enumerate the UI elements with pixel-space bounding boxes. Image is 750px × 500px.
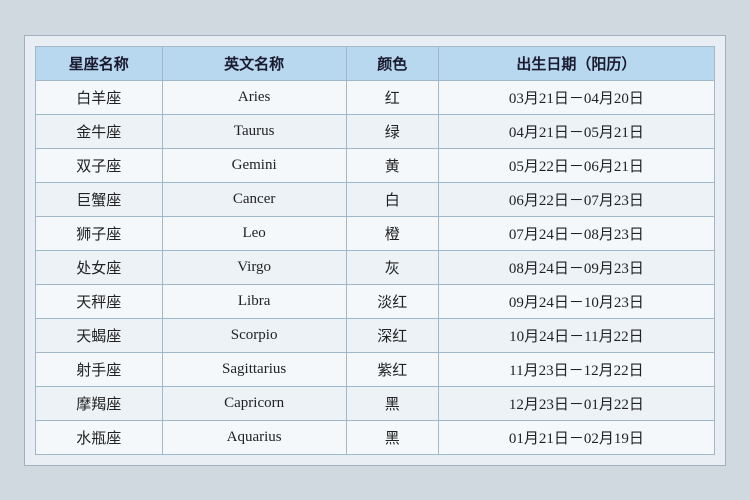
cell-zh: 狮子座 xyxy=(36,216,163,250)
header-zh: 星座名称 xyxy=(36,46,163,80)
cell-color: 灰 xyxy=(346,250,438,284)
cell-color: 橙 xyxy=(346,216,438,250)
cell-date: 06月22日－07月23日 xyxy=(438,182,714,216)
cell-date: 08月24日－09月23日 xyxy=(438,250,714,284)
cell-color: 淡红 xyxy=(346,284,438,318)
cell-color: 深红 xyxy=(346,318,438,352)
table-row: 狮子座Leo橙07月24日－08月23日 xyxy=(36,216,715,250)
cell-zh: 摩羯座 xyxy=(36,386,163,420)
table-row: 天秤座Libra淡红09月24日－10月23日 xyxy=(36,284,715,318)
cell-zh: 白羊座 xyxy=(36,80,163,114)
table-row: 处女座Virgo灰08月24日－09月23日 xyxy=(36,250,715,284)
cell-date: 01月21日－02月19日 xyxy=(438,420,714,454)
cell-en: Scorpio xyxy=(162,318,346,352)
cell-zh: 天秤座 xyxy=(36,284,163,318)
table-row: 双子座Gemini黄05月22日－06月21日 xyxy=(36,148,715,182)
table-row: 巨蟹座Cancer白06月22日－07月23日 xyxy=(36,182,715,216)
cell-date: 05月22日－06月21日 xyxy=(438,148,714,182)
cell-date: 10月24日－11月22日 xyxy=(438,318,714,352)
cell-color: 红 xyxy=(346,80,438,114)
cell-date: 03月21日－04月20日 xyxy=(438,80,714,114)
cell-color: 黑 xyxy=(346,420,438,454)
cell-en: Capricorn xyxy=(162,386,346,420)
table-row: 水瓶座Aquarius黑01月21日－02月19日 xyxy=(36,420,715,454)
cell-en: Cancer xyxy=(162,182,346,216)
cell-en: Libra xyxy=(162,284,346,318)
cell-color: 黑 xyxy=(346,386,438,420)
cell-zh: 水瓶座 xyxy=(36,420,163,454)
table-header-row: 星座名称 英文名称 颜色 出生日期（阳历） xyxy=(36,46,715,80)
header-color: 颜色 xyxy=(346,46,438,80)
cell-date: 12月23日－01月22日 xyxy=(438,386,714,420)
table-row: 天蝎座Scorpio深红10月24日－11月22日 xyxy=(36,318,715,352)
cell-en: Taurus xyxy=(162,114,346,148)
zodiac-table-container: 星座名称 英文名称 颜色 出生日期（阳历） 白羊座Aries红03月21日－04… xyxy=(24,35,726,466)
table-row: 射手座Sagittarius紫红11月23日－12月22日 xyxy=(36,352,715,386)
cell-zh: 处女座 xyxy=(36,250,163,284)
cell-color: 紫红 xyxy=(346,352,438,386)
table-row: 白羊座Aries红03月21日－04月20日 xyxy=(36,80,715,114)
header-date: 出生日期（阳历） xyxy=(438,46,714,80)
cell-zh: 射手座 xyxy=(36,352,163,386)
cell-en: Virgo xyxy=(162,250,346,284)
cell-color: 黄 xyxy=(346,148,438,182)
cell-color: 白 xyxy=(346,182,438,216)
table-body: 白羊座Aries红03月21日－04月20日金牛座Taurus绿04月21日－0… xyxy=(36,80,715,454)
cell-zh: 金牛座 xyxy=(36,114,163,148)
cell-date: 09月24日－10月23日 xyxy=(438,284,714,318)
cell-date: 07月24日－08月23日 xyxy=(438,216,714,250)
table-row: 金牛座Taurus绿04月21日－05月21日 xyxy=(36,114,715,148)
cell-date: 11月23日－12月22日 xyxy=(438,352,714,386)
zodiac-table: 星座名称 英文名称 颜色 出生日期（阳历） 白羊座Aries红03月21日－04… xyxy=(35,46,715,455)
cell-zh: 天蝎座 xyxy=(36,318,163,352)
cell-en: Leo xyxy=(162,216,346,250)
cell-zh: 双子座 xyxy=(36,148,163,182)
cell-color: 绿 xyxy=(346,114,438,148)
cell-en: Gemini xyxy=(162,148,346,182)
cell-en: Sagittarius xyxy=(162,352,346,386)
cell-zh: 巨蟹座 xyxy=(36,182,163,216)
table-row: 摩羯座Capricorn黑12月23日－01月22日 xyxy=(36,386,715,420)
cell-en: Aries xyxy=(162,80,346,114)
cell-date: 04月21日－05月21日 xyxy=(438,114,714,148)
cell-en: Aquarius xyxy=(162,420,346,454)
header-en: 英文名称 xyxy=(162,46,346,80)
